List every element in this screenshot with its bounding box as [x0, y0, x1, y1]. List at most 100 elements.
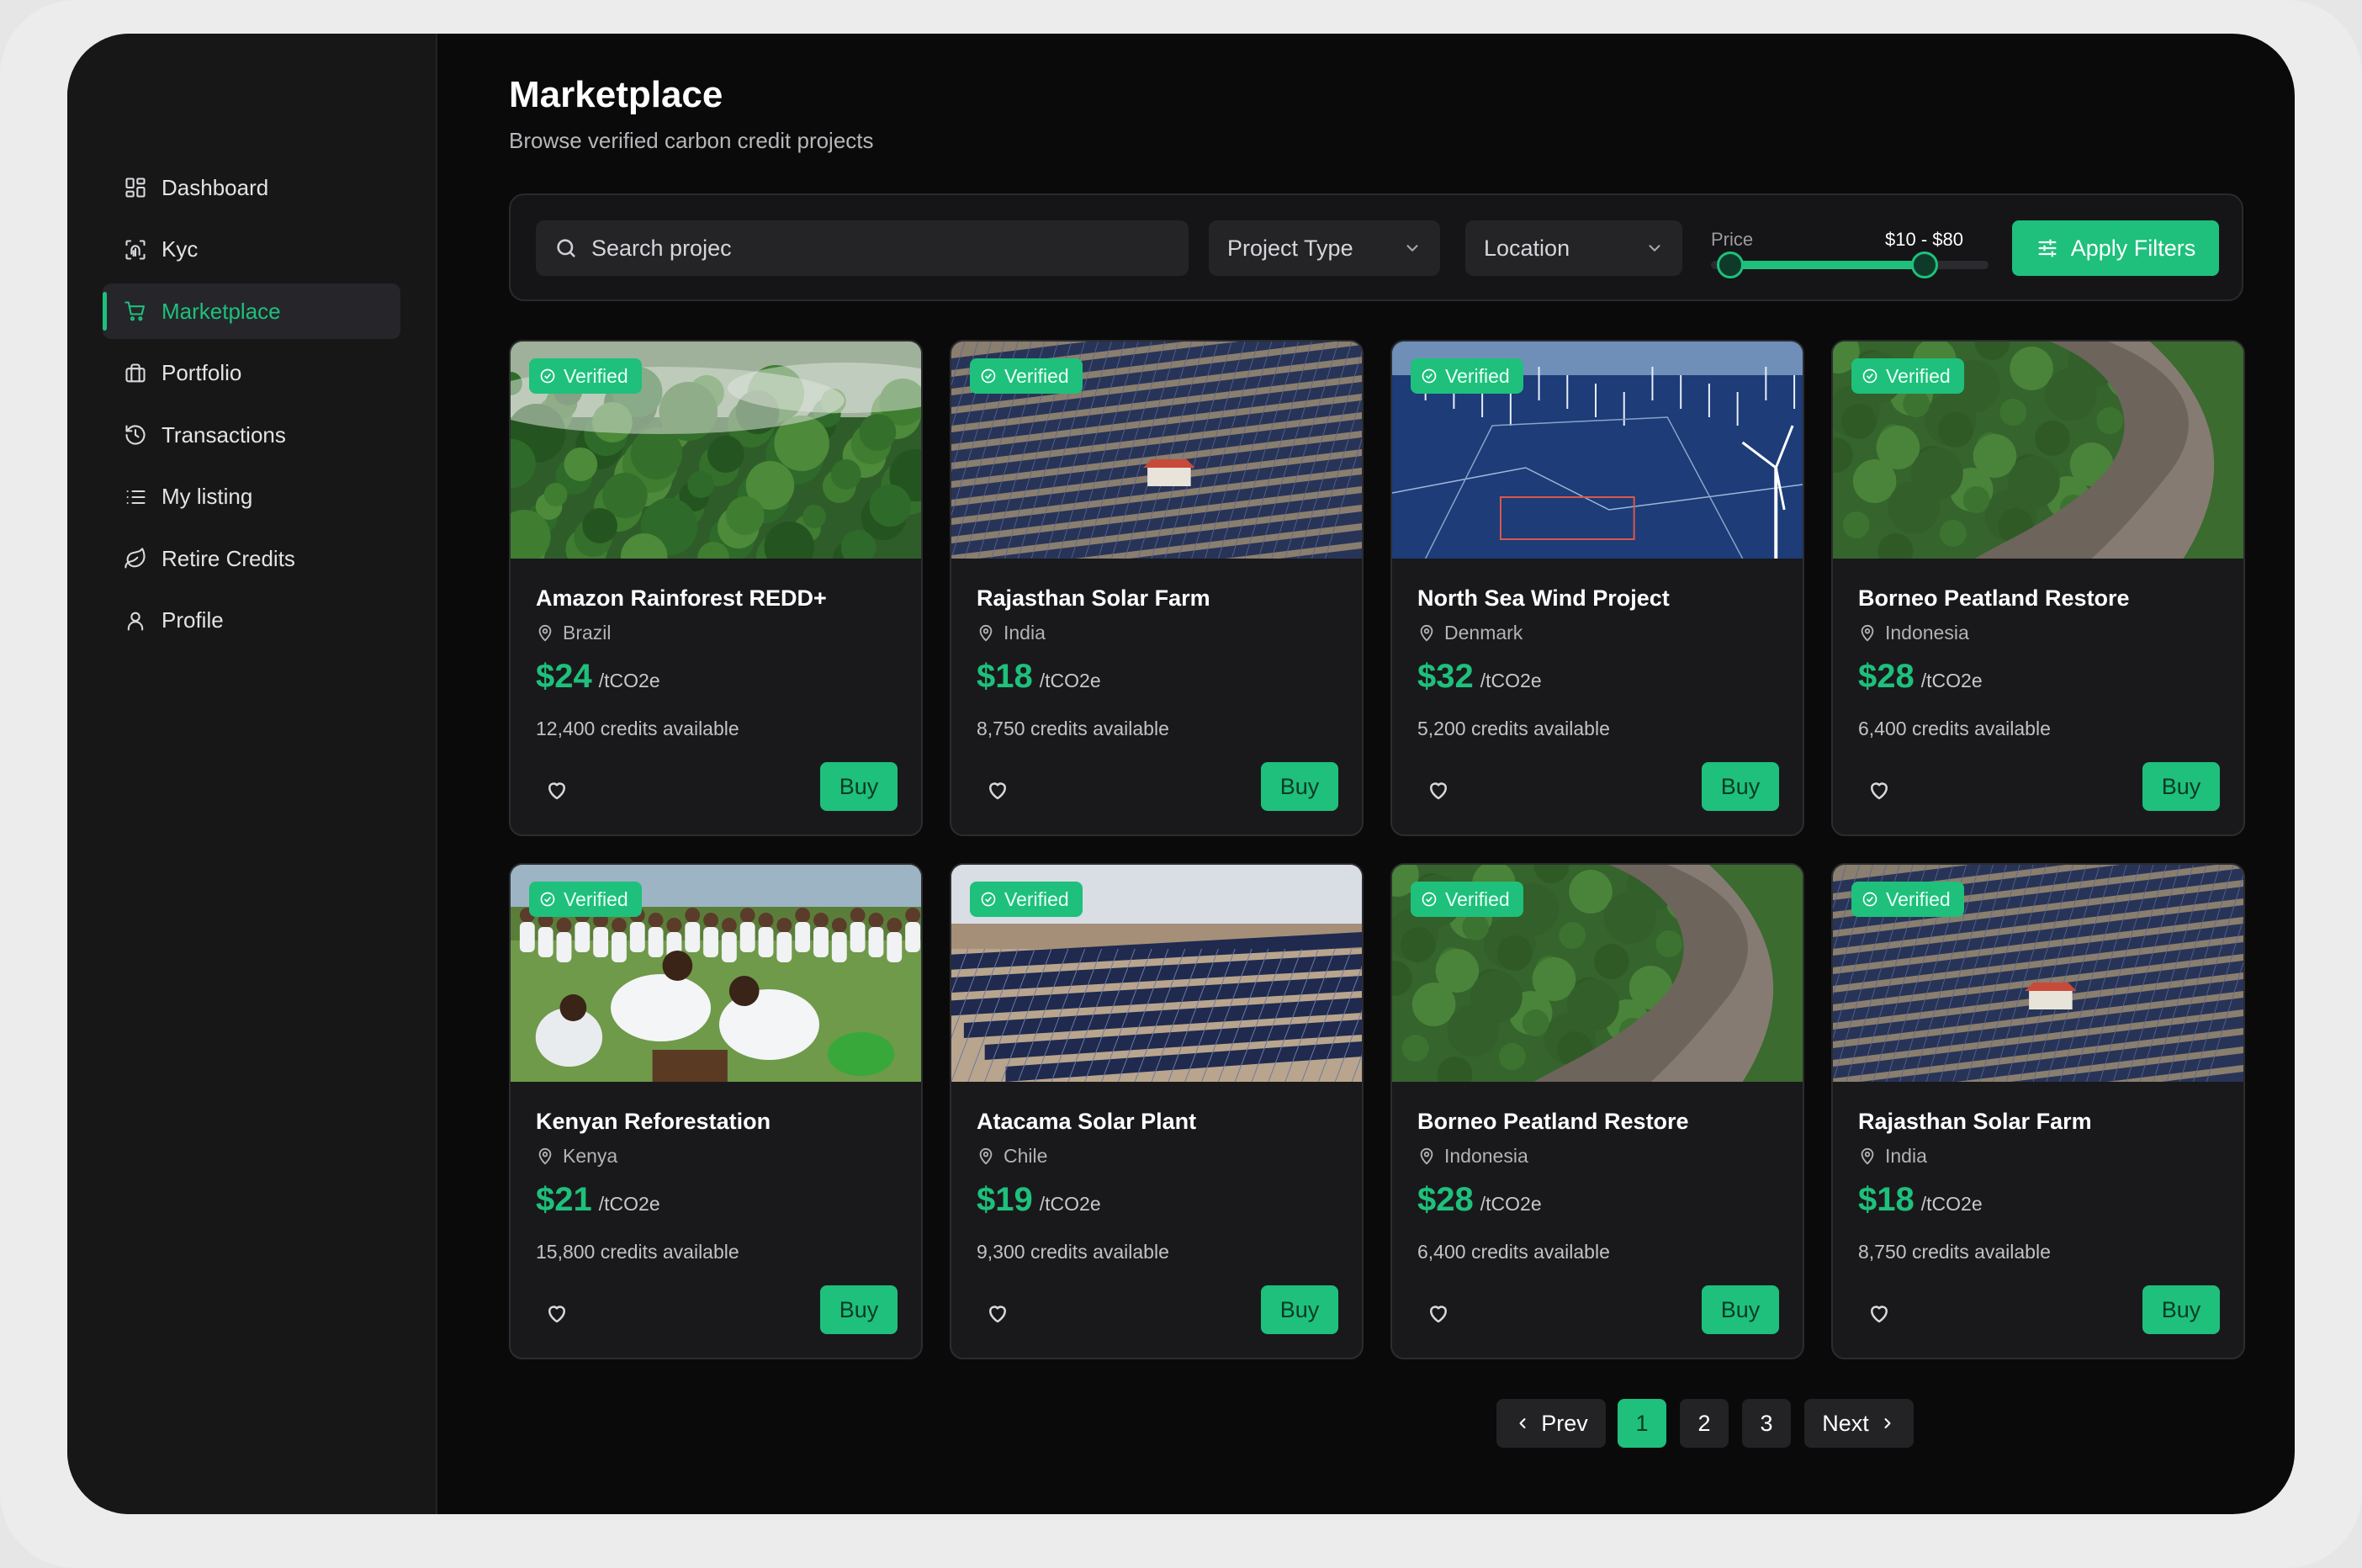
price-unit: /tCO2e	[1920, 670, 1983, 691]
credits-available: 15,800 credits available	[536, 1241, 739, 1263]
buy-button[interactable]: Buy	[2142, 762, 2220, 811]
buy-button[interactable]: Buy	[1702, 762, 1779, 811]
buy-button[interactable]: Buy	[2142, 1285, 2220, 1334]
project-card[interactable]: Verified Amazon Rainforest REDD+ Brazil $24…	[509, 340, 923, 836]
sidebar-item-marketplace[interactable]: Marketplace	[103, 283, 400, 339]
verified-badge: Verified	[1411, 358, 1523, 394]
sidebar-item-my-listing[interactable]: My listing	[103, 469, 400, 525]
project-card[interactable]: Verified Rajasthan Solar Farm India $18/tCO…	[1831, 863, 2245, 1359]
sidebar-item-dashboard[interactable]: Dashboard	[103, 160, 400, 215]
favorite-button[interactable]	[1867, 777, 1892, 803]
project-type-label: Project Type	[1227, 235, 1353, 261]
check-circle-icon	[540, 368, 555, 384]
price-slider-min-handle[interactable]	[1717, 252, 1745, 278]
map-pin-icon	[979, 1147, 993, 1165]
project-card[interactable]: Verified Kenyan Reforestation Kenya $21/tCO…	[509, 863, 923, 1359]
project-card[interactable]: Verified Rajasthan Solar Farm India $18/tCO…	[950, 340, 1364, 836]
page-button-1[interactable]: 1	[1618, 1399, 1666, 1448]
project-price: $21/tCO2e	[536, 1181, 660, 1219]
project-card[interactable]: Verified Borneo Peatland Restore Indonesia…	[1390, 863, 1804, 1359]
filter-bar: Project Type Location Price $10 - $80 Ap…	[509, 193, 2243, 301]
chevron-down-icon	[1406, 245, 1418, 252]
price-label: Price	[1711, 229, 1754, 250]
price-unit: /tCO2e	[1920, 1193, 1983, 1215]
project-price: $28/tCO2e	[1417, 1181, 1542, 1219]
map-pin-icon	[538, 1147, 552, 1165]
favorite-button[interactable]	[1867, 1300, 1892, 1326]
location-select[interactable]: Location	[1465, 220, 1682, 276]
verified-badge: Verified	[1411, 882, 1523, 917]
project-card[interactable]: Verified Borneo Peatland Restore Indonesia…	[1831, 340, 2245, 836]
prev-page-button[interactable]: Prev	[1496, 1399, 1606, 1448]
price-slider-fill	[1730, 261, 1925, 269]
credits-available: 6,400 credits available	[1858, 718, 2051, 739]
sidebar-item-label: Marketplace	[162, 298, 281, 324]
buy-button[interactable]: Buy	[1702, 1285, 1779, 1334]
map-pin-icon	[1420, 624, 1433, 642]
next-page-button[interactable]: Next	[1804, 1399, 1914, 1448]
favorite-button[interactable]	[1426, 777, 1451, 803]
favorite-button[interactable]	[1426, 1300, 1451, 1326]
sidebar-nav: Dashboard Kyc Marketplace Portfolio Tran…	[103, 160, 400, 654]
check-circle-icon	[1862, 892, 1877, 907]
project-location: India	[977, 622, 1046, 644]
price-slider-max-handle[interactable]	[1911, 252, 1939, 278]
buy-button[interactable]: Buy	[1261, 1285, 1338, 1334]
map-pin-icon	[538, 624, 552, 642]
project-card[interactable]: Verified Atacama Solar Plant Chile $19/tCO2…	[950, 863, 1364, 1359]
map-pin-icon	[1861, 624, 1874, 642]
price-value: $18	[1858, 1181, 1914, 1218]
sidebar-item-portfolio[interactable]: Portfolio	[103, 346, 400, 401]
sidebar-item-label: Retire Credits	[162, 545, 295, 571]
heart-icon	[548, 1306, 565, 1323]
location-label: Indonesia	[1444, 1145, 1528, 1167]
project-card[interactable]: Verified North Sea Wind Project Denmark $32…	[1390, 340, 1804, 836]
verified-badge: Verified	[970, 358, 1083, 394]
search-box[interactable]	[536, 220, 1189, 276]
sidebar-item-transactions[interactable]: Transactions	[103, 407, 400, 463]
verified-label: Verified	[1886, 887, 1951, 910]
project-title: Rajasthan Solar Farm	[1858, 1109, 2092, 1134]
page-button-3[interactable]: 3	[1742, 1399, 1791, 1448]
price-value: $32	[1417, 658, 1474, 695]
location-label: Indonesia	[1885, 622, 1969, 644]
price-value: $21	[536, 1181, 592, 1218]
buy-button[interactable]: Buy	[820, 762, 898, 811]
price-value: $24	[536, 658, 592, 695]
heart-icon	[548, 782, 565, 800]
credits-available: 9,300 credits available	[977, 1241, 1169, 1263]
price-value: $28	[1858, 658, 1914, 695]
sidebar-item-kyc[interactable]: Kyc	[103, 222, 400, 278]
favorite-button[interactable]	[544, 1300, 569, 1326]
sidebar-item-profile[interactable]: Profile	[103, 593, 400, 649]
price-slider[interactable]	[1711, 252, 1989, 278]
history-icon	[121, 421, 150, 449]
sidebar-item-retire-credits[interactable]: Retire Credits	[103, 531, 400, 586]
check-circle-icon	[1422, 368, 1437, 384]
price-unit: /tCO2e	[1039, 1193, 1101, 1215]
buy-button[interactable]: Buy	[1261, 762, 1338, 811]
page-button-2[interactable]: 2	[1680, 1399, 1729, 1448]
price-unit: /tCO2e	[1480, 1193, 1542, 1215]
project-type-select[interactable]: Project Type	[1209, 220, 1440, 276]
location-label: India	[1004, 622, 1046, 644]
project-title: Atacama Solar Plant	[977, 1109, 1197, 1134]
favorite-button[interactable]	[985, 777, 1010, 803]
price-value: $28	[1417, 1181, 1474, 1218]
check-circle-icon	[981, 368, 996, 384]
favorite-button[interactable]	[544, 777, 569, 803]
sidebar: Dashboard Kyc Marketplace Portfolio Tran…	[67, 34, 437, 1514]
buy-button[interactable]: Buy	[820, 1285, 898, 1334]
project-location: Indonesia	[1858, 622, 1969, 644]
search-input[interactable]	[591, 235, 1096, 262]
sidebar-item-label: Dashboard	[162, 174, 269, 200]
apply-filters-button[interactable]: Apply Filters	[2012, 220, 2219, 276]
verified-badge: Verified	[1851, 358, 1964, 394]
heart-icon	[989, 1306, 1006, 1323]
location-label: Chile	[1004, 1145, 1048, 1167]
price-unit: /tCO2e	[1039, 670, 1101, 691]
check-circle-icon	[1422, 892, 1437, 907]
location-label: India	[1885, 1145, 1927, 1167]
price-unit: /tCO2e	[1480, 670, 1542, 691]
favorite-button[interactable]	[985, 1300, 1010, 1326]
